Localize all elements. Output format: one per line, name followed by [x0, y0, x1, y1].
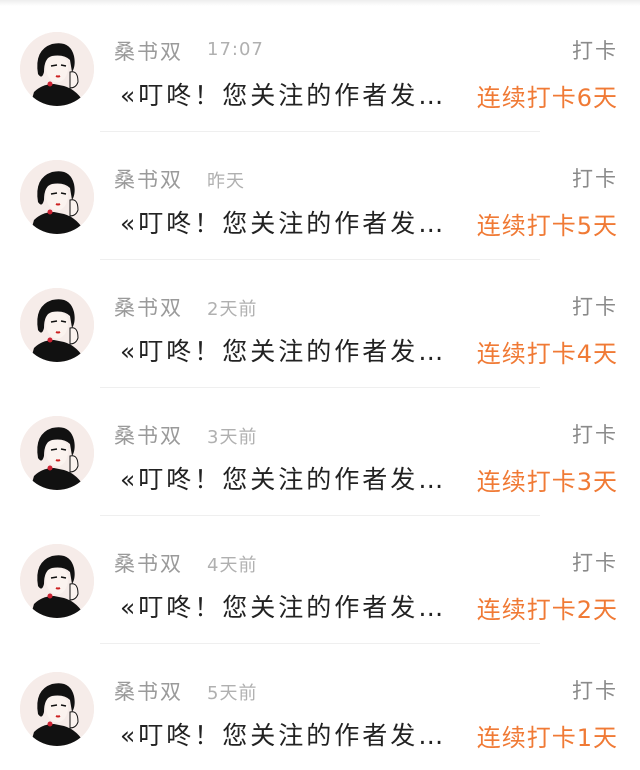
avatar-portrait-icon — [20, 672, 94, 746]
author-name[interactable]: 桑书双 — [114, 548, 183, 578]
author-name[interactable]: 桑书双 — [114, 164, 183, 194]
notification-item[interactable]: 桑书双 2天前 打卡 «叮咚！您关注的作者发… 连续打卡4天 — [0, 256, 640, 388]
checkin-label: 打卡 — [572, 167, 618, 191]
notification-item[interactable]: 桑书双 3天前 打卡 «叮咚！您关注的作者发… 连续打卡3天 — [0, 384, 640, 516]
avatar[interactable] — [20, 416, 94, 490]
message-preview[interactable]: «叮咚！您关注的作者发… — [120, 460, 470, 496]
message-preview[interactable]: «叮咚！您关注的作者发… — [120, 716, 470, 752]
avatar-portrait-icon — [20, 416, 94, 490]
streak-badge: 连续打卡1天 — [476, 724, 618, 752]
avatar-portrait-icon — [20, 160, 94, 234]
avatar-portrait-icon — [20, 288, 94, 362]
streak-badge: 连续打卡4天 — [476, 340, 618, 368]
avatar-portrait-icon — [20, 544, 94, 618]
author-name[interactable]: 桑书双 — [114, 676, 183, 706]
notification-item[interactable]: 桑书双 5天前 打卡 «叮咚！您关注的作者发… 连续打卡1天 — [0, 640, 640, 768]
notification-item[interactable]: 桑书双 4天前 打卡 «叮咚！您关注的作者发… 连续打卡2天 — [0, 512, 640, 644]
author-name[interactable]: 桑书双 — [114, 292, 183, 322]
avatar[interactable] — [20, 544, 94, 618]
streak-badge: 连续打卡3天 — [476, 468, 618, 496]
timestamp: 4天前 — [207, 555, 258, 576]
avatar[interactable] — [20, 672, 94, 746]
avatar-portrait-icon — [20, 32, 94, 106]
checkin-label: 打卡 — [572, 679, 618, 703]
message-preview[interactable]: «叮咚！您关注的作者发… — [120, 588, 470, 624]
avatar[interactable] — [20, 288, 94, 362]
timestamp: 17:07 — [207, 39, 264, 60]
timestamp: 2天前 — [207, 299, 258, 320]
checkin-label: 打卡 — [572, 295, 618, 319]
message-preview[interactable]: «叮咚！您关注的作者发… — [120, 204, 470, 240]
author-name[interactable]: 桑书双 — [114, 36, 183, 66]
message-preview[interactable]: «叮咚！您关注的作者发… — [120, 332, 470, 368]
timestamp: 昨天 — [207, 171, 245, 192]
author-name[interactable]: 桑书双 — [114, 420, 183, 450]
streak-badge: 连续打卡6天 — [476, 84, 618, 112]
avatar[interactable] — [20, 160, 94, 234]
notification-item[interactable]: 桑书双 昨天 打卡 «叮咚！您关注的作者发… 连续打卡5天 — [0, 128, 640, 260]
timestamp: 3天前 — [207, 427, 258, 448]
checkin-label: 打卡 — [572, 39, 618, 63]
streak-badge: 连续打卡5天 — [476, 212, 618, 240]
timestamp: 5天前 — [207, 683, 258, 704]
streak-badge: 连续打卡2天 — [476, 596, 618, 624]
message-preview[interactable]: «叮咚！您关注的作者发… — [120, 76, 470, 112]
notification-item[interactable]: 桑书双 17:07 打卡 «叮咚！您关注的作者发… 连续打卡6天 — [0, 0, 640, 132]
checkin-label: 打卡 — [572, 551, 618, 575]
avatar[interactable] — [20, 32, 94, 106]
checkin-label: 打卡 — [572, 423, 618, 447]
